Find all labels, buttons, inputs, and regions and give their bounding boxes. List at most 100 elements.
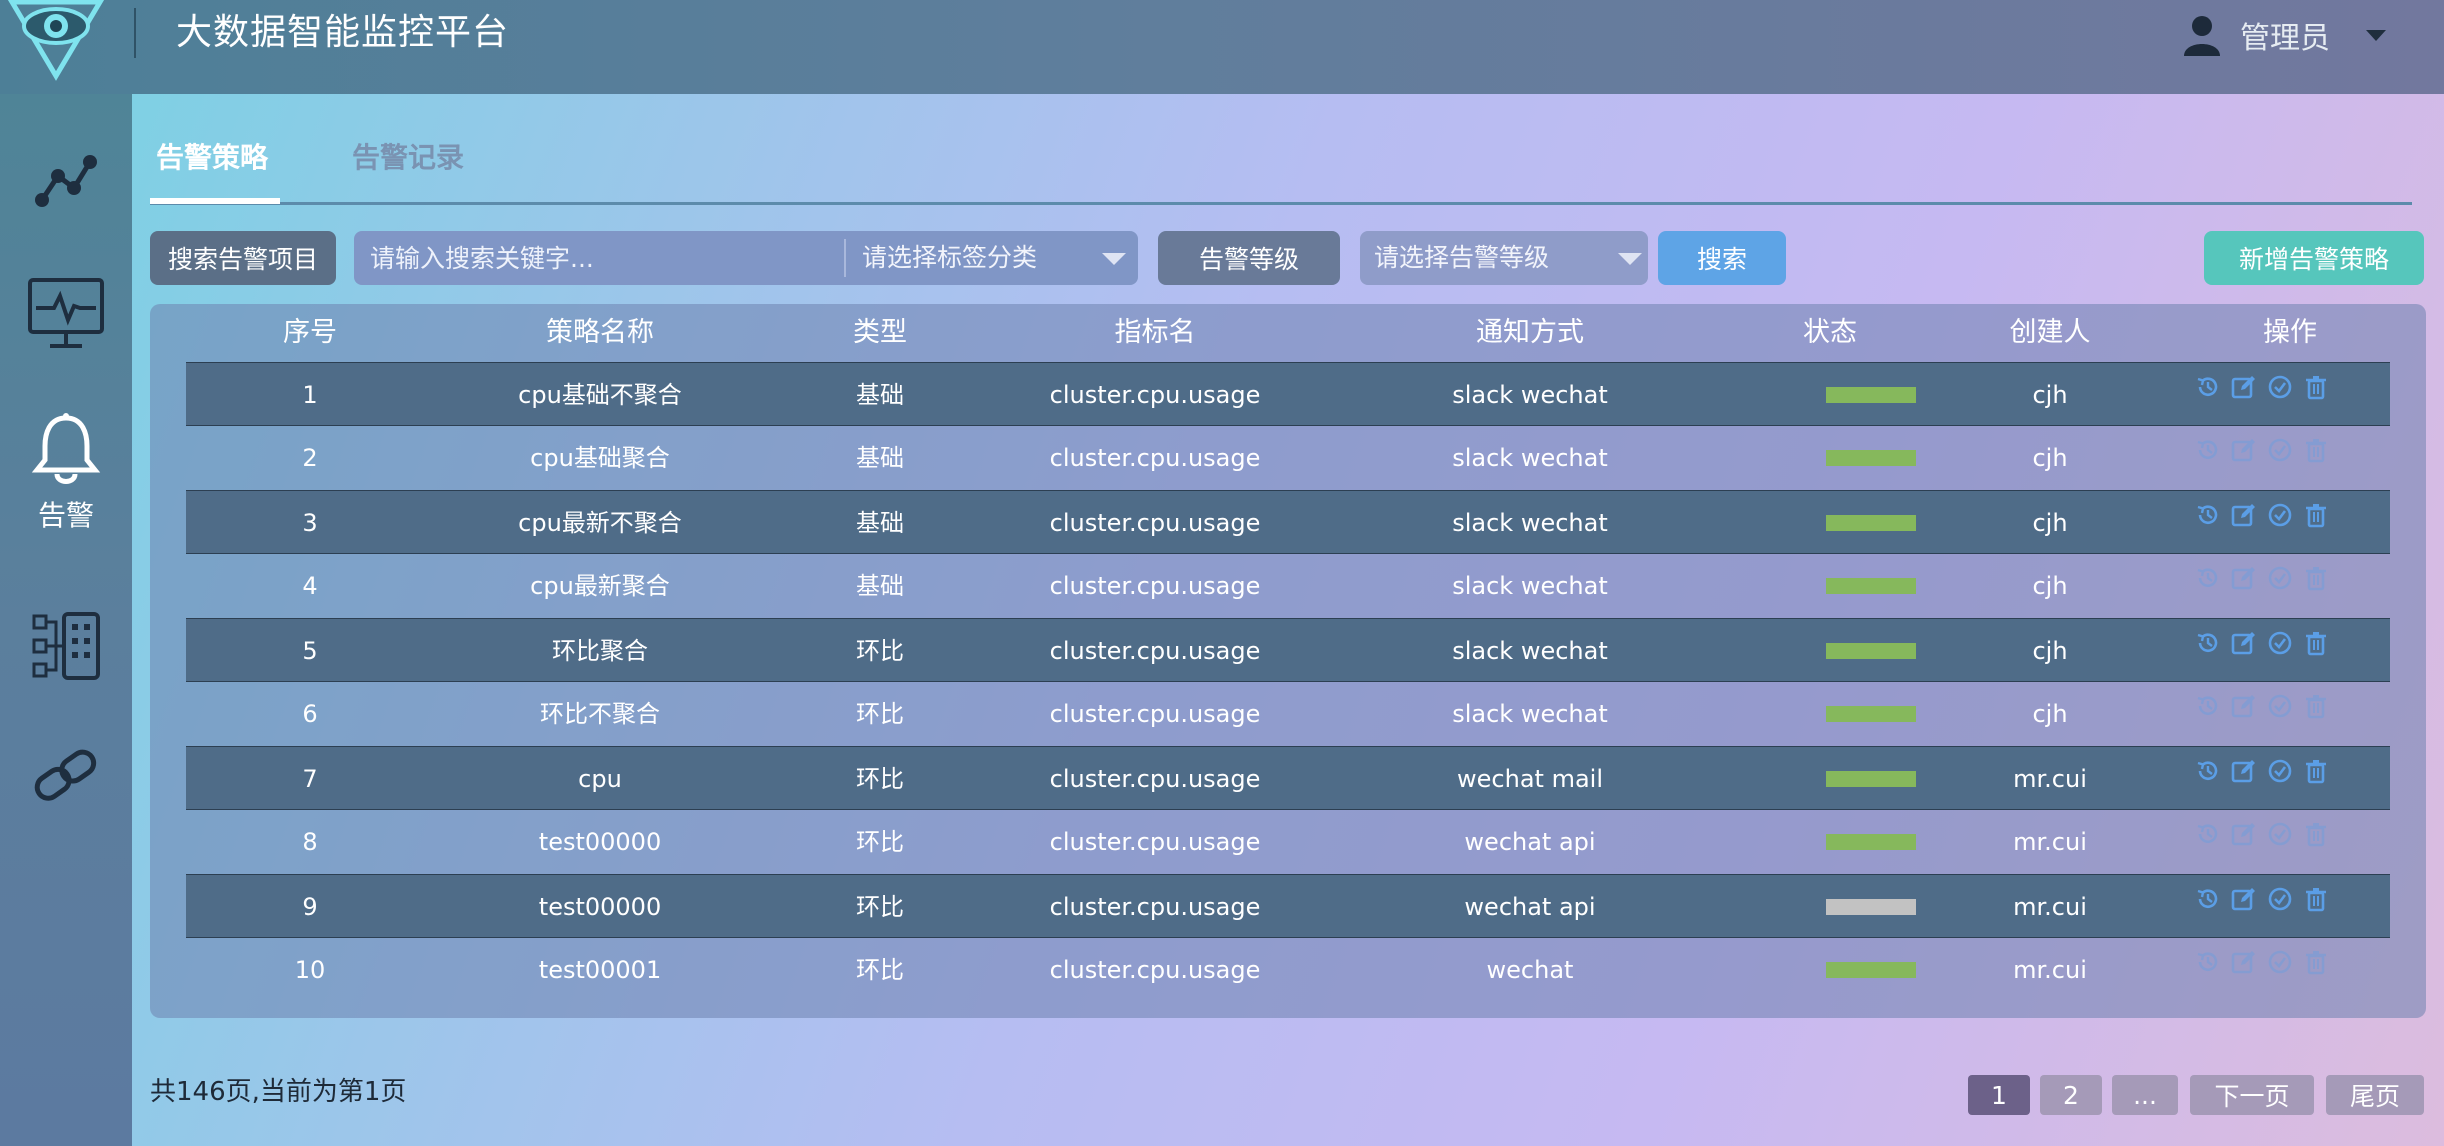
- search-item-label: 搜索告警项目: [150, 231, 336, 285]
- history-icon[interactable]: [2194, 948, 2222, 980]
- check-circle-icon[interactable]: [2266, 373, 2294, 405]
- sidebar-item-link[interactable]: [0, 744, 132, 808]
- check-circle-icon[interactable]: [2266, 436, 2294, 468]
- status-indicator[interactable]: [1826, 962, 1916, 978]
- cell-metric: cluster.cpu.usage: [1049, 700, 1261, 728]
- page-button-2[interactable]: 2: [2040, 1075, 2102, 1115]
- status-indicator[interactable]: [1826, 578, 1916, 594]
- check-circle-icon[interactable]: [2266, 948, 2294, 980]
- cell-policy-name: test00001: [538, 956, 662, 984]
- next-page-button[interactable]: 下一页: [2190, 1075, 2314, 1115]
- status-indicator[interactable]: [1826, 643, 1916, 659]
- check-circle-icon[interactable]: [2266, 820, 2294, 852]
- cell-policy-name: cpu基础不聚合: [518, 381, 682, 409]
- edit-icon[interactable]: [2230, 629, 2258, 661]
- chevron-down-icon: [1618, 253, 1642, 265]
- col-header-metric: 指标名: [1114, 317, 1196, 348]
- sidebar-item-alert[interactable]: 告警: [0, 412, 132, 534]
- history-icon[interactable]: [2194, 692, 2222, 724]
- cell-notify: slack wechat: [1452, 509, 1608, 537]
- policy-table: 序号 策略名称 类型 指标名 通知方式 状态 创建人 操作 1 cpu基础不聚合基…: [150, 304, 2426, 1018]
- search-input[interactable]: [354, 231, 842, 285]
- history-icon[interactable]: [2194, 373, 2222, 405]
- alert-level-select[interactable]: 请选择告警等级: [1360, 231, 1648, 285]
- history-icon[interactable]: [2194, 820, 2222, 852]
- trash-icon[interactable]: [2302, 692, 2330, 724]
- cell-type: 环比: [856, 765, 904, 793]
- trash-icon[interactable]: [2302, 820, 2330, 852]
- history-icon[interactable]: [2194, 564, 2222, 596]
- edit-icon[interactable]: [2230, 564, 2258, 596]
- edit-icon[interactable]: [2230, 820, 2258, 852]
- trash-icon[interactable]: [2302, 757, 2330, 789]
- check-circle-icon[interactable]: [2266, 629, 2294, 661]
- check-circle-icon[interactable]: [2266, 885, 2294, 917]
- tab-alert-policy[interactable]: 告警策略: [156, 138, 268, 178]
- cell-metric: cluster.cpu.usage: [1049, 765, 1261, 793]
- trash-icon[interactable]: [2302, 436, 2330, 468]
- cell-policy-name: cpu: [578, 765, 622, 793]
- edit-icon[interactable]: [2230, 501, 2258, 533]
- sidebar-item-label: 告警: [37, 499, 94, 532]
- history-icon[interactable]: [2194, 885, 2222, 917]
- edit-icon[interactable]: [2230, 885, 2258, 917]
- trash-icon[interactable]: [2302, 501, 2330, 533]
- check-circle-icon[interactable]: [2266, 757, 2294, 789]
- check-circle-icon[interactable]: [2266, 501, 2294, 533]
- cell-metric: cluster.cpu.usage: [1049, 893, 1261, 921]
- search-button[interactable]: 搜索: [1658, 231, 1786, 285]
- last-page-button[interactable]: 尾页: [2326, 1075, 2424, 1115]
- edit-icon[interactable]: [2230, 373, 2258, 405]
- cell-notify: wechat mail: [1457, 765, 1603, 793]
- page-button-ellipsis[interactable]: ...: [2112, 1075, 2178, 1115]
- tag-category-select[interactable]: 请选择标签分类: [846, 231, 1138, 285]
- edit-icon[interactable]: [2230, 436, 2258, 468]
- sidebar: 告警: [0, 94, 132, 1146]
- status-indicator[interactable]: [1826, 706, 1916, 722]
- check-circle-icon[interactable]: [2266, 564, 2294, 596]
- row-actions: [2194, 948, 2330, 980]
- sidebar-item-cluster[interactable]: [0, 610, 132, 682]
- trash-icon[interactable]: [2302, 948, 2330, 980]
- cell-notify: wechat api: [1464, 893, 1596, 921]
- user-menu[interactable]: 管理员: [2182, 14, 2386, 56]
- main-content: 告警策略 告警记录 搜索告警项目 请选择标签分类 告警等级 请选择告警等级 搜索…: [132, 94, 2444, 1146]
- status-indicator[interactable]: [1826, 771, 1916, 787]
- trash-icon[interactable]: [2302, 885, 2330, 917]
- status-indicator[interactable]: [1826, 387, 1916, 403]
- history-icon[interactable]: [2194, 629, 2222, 661]
- history-icon[interactable]: [2194, 436, 2222, 468]
- sidebar-item-graph[interactable]: [0, 152, 132, 212]
- status-indicator[interactable]: [1826, 515, 1916, 531]
- trash-icon[interactable]: [2302, 564, 2330, 596]
- edit-icon[interactable]: [2230, 757, 2258, 789]
- page-button-1[interactable]: 1: [1968, 1075, 2030, 1115]
- table-row: 8 test00000 环比 cluster.cpu.usage wechat api m…: [186, 810, 2390, 874]
- cell-policy-name: cpu最新不聚合: [518, 509, 682, 537]
- check-circle-icon[interactable]: [2266, 692, 2294, 724]
- row-actions: [2194, 629, 2330, 661]
- table-row: 3 cpu最新不聚合 基础 cluster.cpu.usage slack wechat…: [186, 490, 2390, 554]
- row-actions: [2194, 885, 2330, 917]
- history-icon[interactable]: [2194, 501, 2222, 533]
- status-indicator[interactable]: [1826, 450, 1916, 466]
- cluster-nodes-icon: [32, 612, 100, 680]
- trash-icon[interactable]: [2302, 373, 2330, 405]
- sidebar-item-monitor[interactable]: [0, 276, 132, 352]
- tab-alert-records[interactable]: 告警记录: [352, 138, 464, 178]
- col-header-actions: 操作: [2263, 317, 2317, 348]
- trash-icon[interactable]: [2302, 629, 2330, 661]
- status-indicator[interactable]: [1826, 899, 1916, 915]
- line-graph-icon: [35, 155, 97, 207]
- add-policy-button[interactable]: 新增告警策略: [2204, 231, 2424, 285]
- history-icon[interactable]: [2194, 757, 2222, 789]
- cell-type: 环比: [856, 700, 904, 728]
- edit-icon[interactable]: [2230, 948, 2258, 980]
- edit-icon[interactable]: [2230, 692, 2258, 724]
- caret-down-icon[interactable]: [2366, 29, 2386, 41]
- cell-notify: wechat: [1486, 956, 1574, 984]
- cell-index: 8: [302, 828, 318, 856]
- eye-triangle-logo-icon[interactable]: [8, 0, 104, 82]
- cell-notify: wechat api: [1464, 828, 1596, 856]
- status-indicator[interactable]: [1826, 834, 1916, 850]
